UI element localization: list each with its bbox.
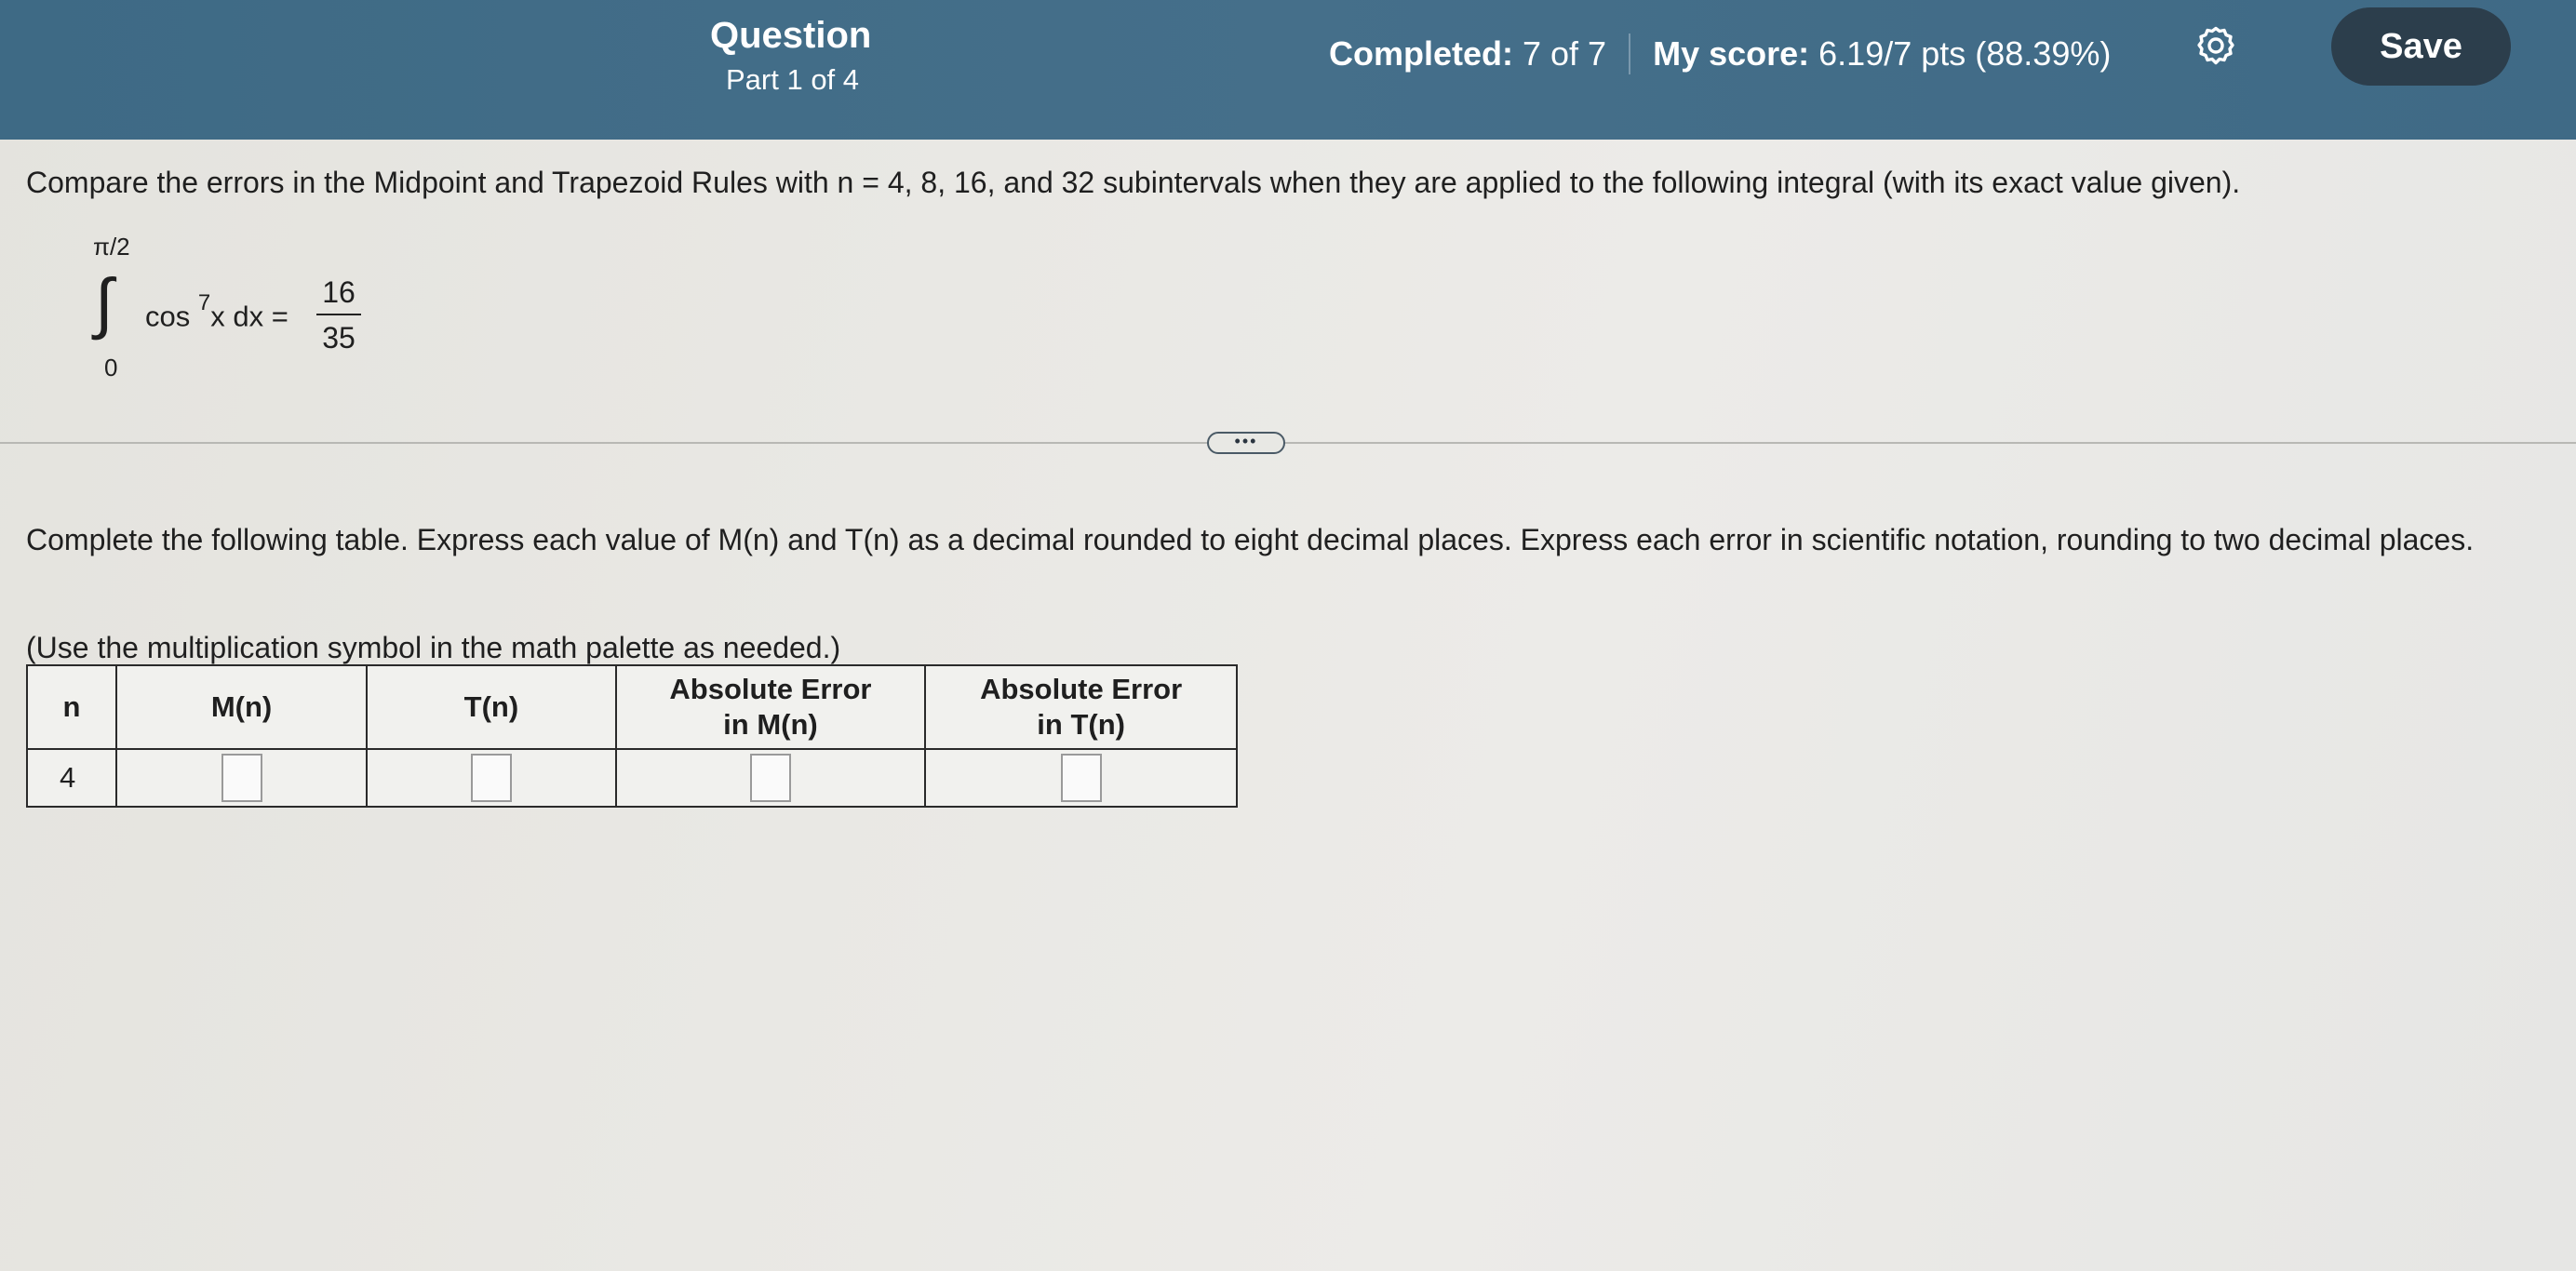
integrand-exponent: 7 — [197, 290, 211, 315]
header-n: n — [26, 664, 117, 750]
expand-more-button[interactable]: ••• — [1207, 432, 1285, 454]
question-prompt: Compare the errors in the Midpoint and T… — [26, 166, 2241, 199]
cell-error-m — [614, 748, 927, 808]
answer-input-t[interactable] — [470, 754, 512, 802]
fraction-numerator: 16 — [316, 275, 361, 315]
table-header-row: n M(n) T(n) Absolute Error in M(n) Absol… — [26, 664, 1238, 750]
header-error-t: Absolute Error in T(n) — [924, 664, 1238, 750]
gear-icon[interactable] — [2193, 22, 2239, 69]
score-label: My score: — [1653, 34, 1810, 73]
integral-upper-limit: π/2 — [93, 233, 130, 261]
answer-input-error-m[interactable] — [749, 754, 791, 802]
progress-summary: Completed: 7 of 7 My score: 6.19/7 pts (… — [1329, 33, 2111, 74]
score-value: 6.19/7 pts (88.39%) — [1818, 34, 2112, 73]
integral-expression: π/2 ∫ 0 cos 7x dx = 16 35 — [93, 233, 391, 391]
answer-table: n M(n) T(n) Absolute Error in M(n) Absol… — [26, 664, 1238, 808]
save-button[interactable]: Save — [2331, 7, 2511, 86]
question-title: Question — [710, 15, 872, 56]
header-m: M(n) — [114, 664, 369, 750]
cell-error-t — [924, 748, 1238, 808]
table-instructions: Complete the following table. Express ea… — [26, 523, 2475, 556]
header-error-m: Absolute Error in M(n) — [614, 664, 927, 750]
integrand-function: cos — [145, 300, 191, 333]
cell-t — [366, 748, 617, 808]
exact-value-fraction: 16 35 — [316, 275, 361, 355]
header-t: T(n) — [366, 664, 617, 750]
cell-n: 4 — [26, 748, 117, 808]
fraction-denominator: 35 — [322, 321, 356, 355]
divider — [1629, 33, 1631, 74]
cell-m — [114, 748, 369, 808]
answer-input-m[interactable] — [221, 754, 262, 802]
integral-sign: ∫ — [95, 266, 114, 341]
integrand: cos 7x dx = — [145, 290, 288, 333]
math-palette-hint: (Use the multiplication symbol in the ma… — [26, 631, 841, 664]
integral-lower-limit: 0 — [104, 354, 118, 381]
question-part: Part 1 of 4 — [726, 63, 860, 96]
section-divider — [0, 442, 2576, 444]
table-row: 4 — [26, 748, 1238, 808]
integrand-variable: x dx = — [210, 300, 288, 333]
top-bar: Question Part 1 of 4 Completed: 7 of 7 M… — [0, 0, 2576, 140]
completed-label: Completed: — [1329, 34, 1513, 73]
answer-input-error-t[interactable] — [1060, 754, 1102, 802]
completed-value: 7 of 7 — [1523, 34, 1607, 73]
